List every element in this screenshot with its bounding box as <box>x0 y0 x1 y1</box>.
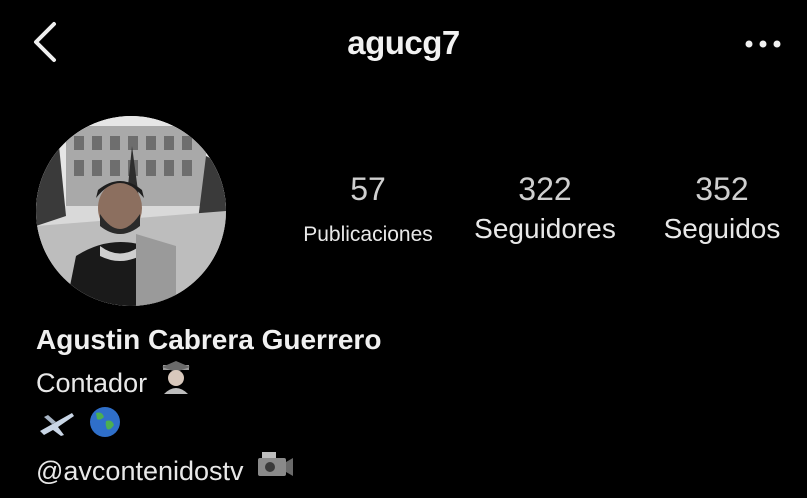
avatar-photo <box>36 116 226 306</box>
airplane-emoji-icon <box>36 405 76 450</box>
bio-handle-line: @avcontenidostv <box>36 450 381 491</box>
profile-username: agucg7 <box>347 24 460 61</box>
following-stat[interactable]: 352 Seguidos <box>652 170 792 246</box>
bio-occupation: Contador <box>36 367 148 398</box>
profile-stats: 57 Publicaciones 322 Seguidores 352 Segu… <box>280 170 807 250</box>
following-label: Seguidos <box>663 213 781 244</box>
posts-count: 57 <box>350 171 386 207</box>
bio-occupation-line: Contador <box>36 360 381 405</box>
posts-stat[interactable]: 57 Publicaciones <box>280 170 456 252</box>
posts-label: Publicaciones <box>303 223 433 246</box>
graduate-emoji-icon <box>159 360 193 405</box>
followers-count: 322 <box>518 171 572 207</box>
bio-mention-link[interactable]: @avcontenidostv <box>36 451 244 491</box>
video-camera-emoji-icon <box>256 450 294 491</box>
profile-avatar[interactable] <box>36 116 226 306</box>
globe-emoji-icon <box>88 405 122 450</box>
followers-label: Seguidores <box>474 213 616 244</box>
following-count: 352 <box>695 171 749 207</box>
profile-full-name: Agustin Cabrera Guerrero <box>36 324 382 355</box>
bio-emoji-line <box>36 405 381 450</box>
more-options-button[interactable] <box>741 28 785 56</box>
more-horizontal-icon <box>745 40 781 48</box>
followers-stat[interactable]: 322 Seguidores <box>465 170 625 246</box>
profile-header: agucg7 <box>0 0 807 90</box>
profile-bio: Agustin Cabrera Guerrero Contador @avcon… <box>36 320 381 491</box>
